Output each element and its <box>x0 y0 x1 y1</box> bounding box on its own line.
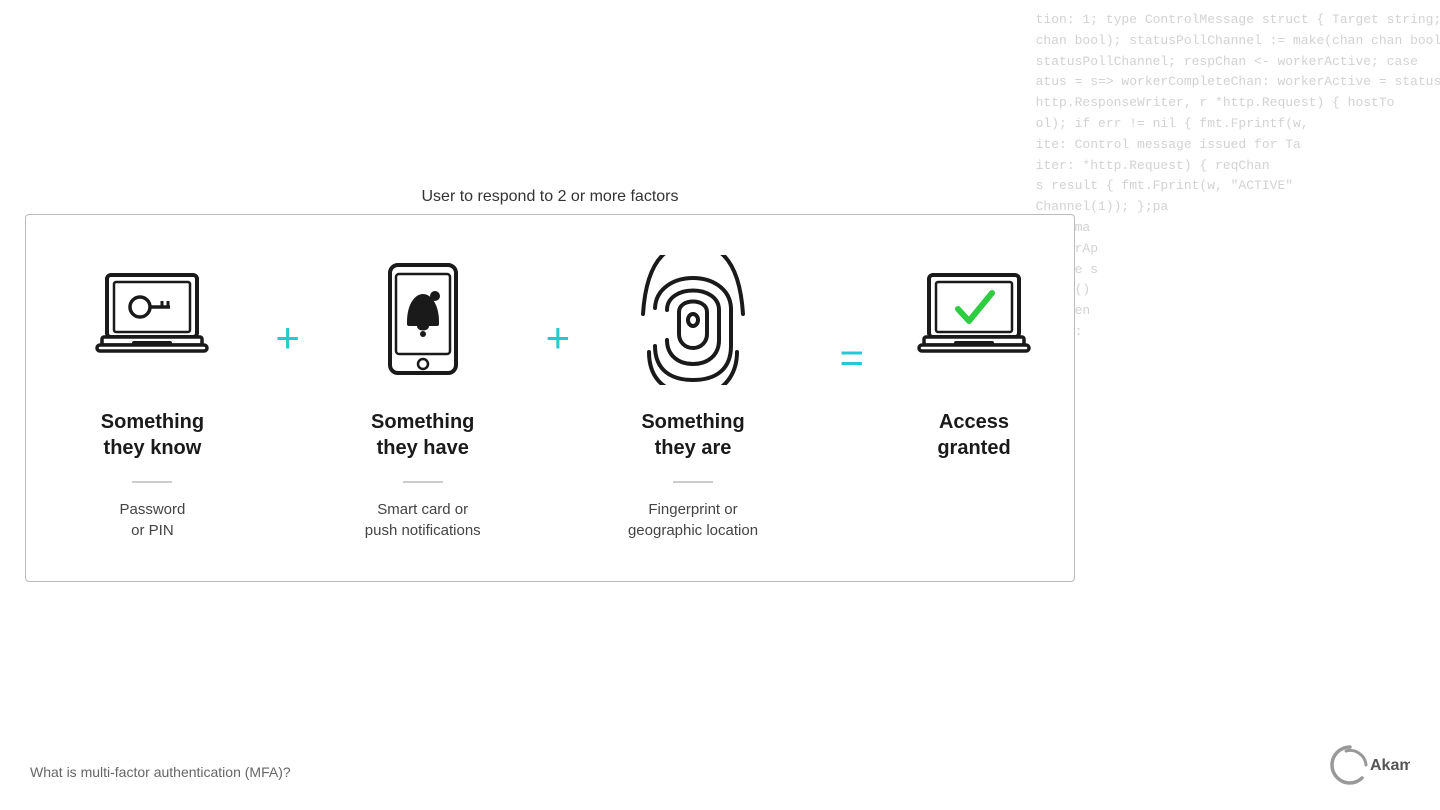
fingerprint-icon <box>628 255 758 385</box>
footer-label: What is multi-factor authentication (MFA… <box>30 764 291 780</box>
factor-are-sublabel: Fingerprint or geographic location <box>628 499 758 541</box>
diagram-container: User to respond to 2 or more factors <box>25 188 1075 582</box>
main-content: User to respond to 2 or more factors <box>0 0 1100 810</box>
plus-operator-1: + <box>275 314 300 362</box>
laptop-check-icon <box>909 255 1039 385</box>
plus-operator-2: + <box>546 314 571 362</box>
result-label: Access granted <box>937 409 1010 461</box>
factor-have-divider <box>403 481 443 483</box>
result-item: Access granted <box>894 255 1054 461</box>
factor-have-label: Something they have <box>371 409 474 461</box>
equals-section: = <box>819 215 1074 501</box>
laptop-key-icon <box>87 255 217 385</box>
equals-operator: = <box>839 334 864 382</box>
factor-are-divider <box>673 481 713 483</box>
diagram-title: User to respond to 2 or more factors <box>25 188 1075 206</box>
factor-have: Something they have Smart card or push n… <box>323 255 523 541</box>
factor-know-divider <box>132 481 172 483</box>
factor-are: Something they are Fingerprint or geogra… <box>593 255 793 541</box>
factor-have-sublabel: Smart card or push notifications <box>365 499 481 541</box>
factors-section: Something they know Password or PIN + <box>26 215 819 581</box>
diagram-box: Something they know Password or PIN + <box>25 214 1075 582</box>
svg-text:Akamai: Akamai <box>1370 757 1410 774</box>
factor-are-label: Something they are <box>641 409 744 461</box>
factor-know-sublabel: Password or PIN <box>120 499 186 541</box>
akamai-logo: Akamai <box>1330 740 1410 790</box>
factor-know-label: Something they know <box>101 409 204 461</box>
factor-know: Something they know Password or PIN <box>52 255 252 541</box>
phone-bell-icon <box>358 255 488 385</box>
